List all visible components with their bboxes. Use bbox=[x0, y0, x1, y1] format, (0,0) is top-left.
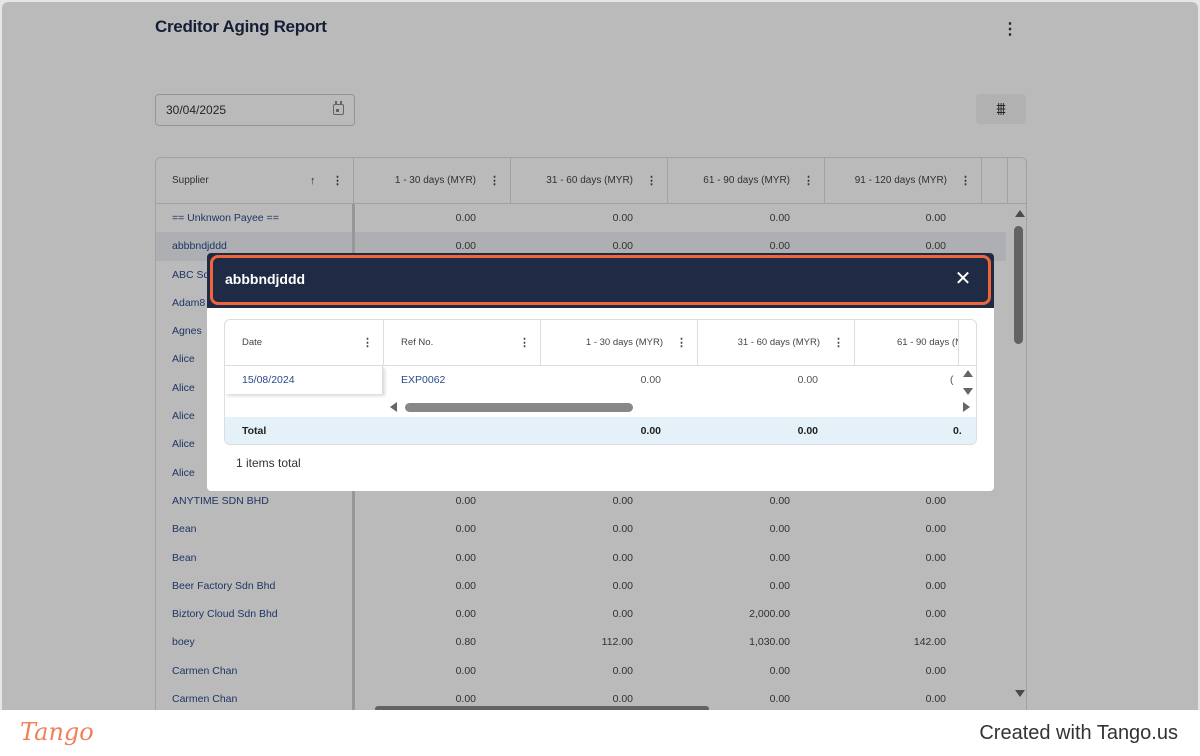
app-window: Creditor Aging Report ⋮ 30/04/2025 ⩩ Sup… bbox=[2, 2, 1198, 710]
table-row[interactable]: 15/08/2024 EXP0062 0.00 0.00 ( bbox=[225, 366, 976, 394]
dialog-header: abbbndjddd ✕ bbox=[207, 253, 994, 308]
column-menu-icon[interactable]: ⋮ bbox=[519, 320, 530, 366]
tango-logo: Tango bbox=[20, 718, 94, 746]
footer-bar: Tango Created with Tango.us bbox=[0, 710, 1200, 756]
column-label: 1 - 30 days (MYR) bbox=[585, 337, 663, 348]
column-label: 61 - 90 days (N bbox=[897, 337, 959, 348]
column-header-61-90[interactable]: 61 - 90 days (N bbox=[855, 320, 959, 366]
cell-61-90: ( bbox=[950, 374, 954, 386]
scroll-left-arrow-icon[interactable] bbox=[390, 402, 397, 412]
column-header-ref[interactable]: Ref No. ⋮ bbox=[384, 320, 541, 366]
column-label: Ref No. bbox=[401, 337, 434, 348]
credit-text: Created with Tango.us bbox=[979, 722, 1178, 744]
cell-31-60: 0.00 bbox=[797, 374, 818, 386]
column-label: Date bbox=[242, 337, 263, 348]
detail-grid: Date ⋮ Ref No. ⋮ 1 - 30 days (MYR) ⋮ 31 … bbox=[224, 319, 977, 445]
date-cell[interactable]: 15/08/2024 bbox=[225, 366, 383, 394]
items-count: 1 items total bbox=[236, 456, 301, 470]
detail-grid-header: Date ⋮ Ref No. ⋮ 1 - 30 days (MYR) ⋮ 31 … bbox=[225, 320, 976, 366]
column-label: 31 - 60 days (MYR) bbox=[737, 337, 820, 348]
ref-link[interactable]: EXP0062 bbox=[401, 366, 445, 394]
total-1-30: 0.00 bbox=[640, 425, 661, 437]
column-header-31-60[interactable]: 31 - 60 days (MYR) ⋮ bbox=[698, 320, 855, 366]
supplier-detail-dialog: abbbndjddd ✕ Date ⋮ Ref No. ⋮ 1 - 30 day… bbox=[207, 253, 994, 491]
total-row: Total 0.00 0.00 0. bbox=[225, 417, 976, 444]
scroll-up-arrow-icon[interactable] bbox=[963, 370, 973, 377]
horizontal-scroll-thumb[interactable] bbox=[405, 403, 633, 412]
scroll-down-arrow-icon[interactable] bbox=[963, 388, 973, 395]
total-31-60: 0.00 bbox=[797, 425, 818, 437]
highlight-outline bbox=[210, 255, 991, 305]
column-menu-icon[interactable]: ⋮ bbox=[833, 320, 844, 366]
column-menu-icon[interactable]: ⋮ bbox=[362, 320, 373, 366]
column-header-1-30[interactable]: 1 - 30 days (MYR) ⋮ bbox=[541, 320, 698, 366]
total-61-90: 0. bbox=[953, 425, 962, 437]
cell-1-30: 0.00 bbox=[640, 374, 661, 386]
column-menu-icon[interactable]: ⋮ bbox=[676, 320, 687, 366]
scroll-right-arrow-icon[interactable] bbox=[963, 402, 970, 412]
total-label: Total bbox=[242, 425, 267, 437]
column-header-date[interactable]: Date ⋮ bbox=[225, 320, 384, 366]
